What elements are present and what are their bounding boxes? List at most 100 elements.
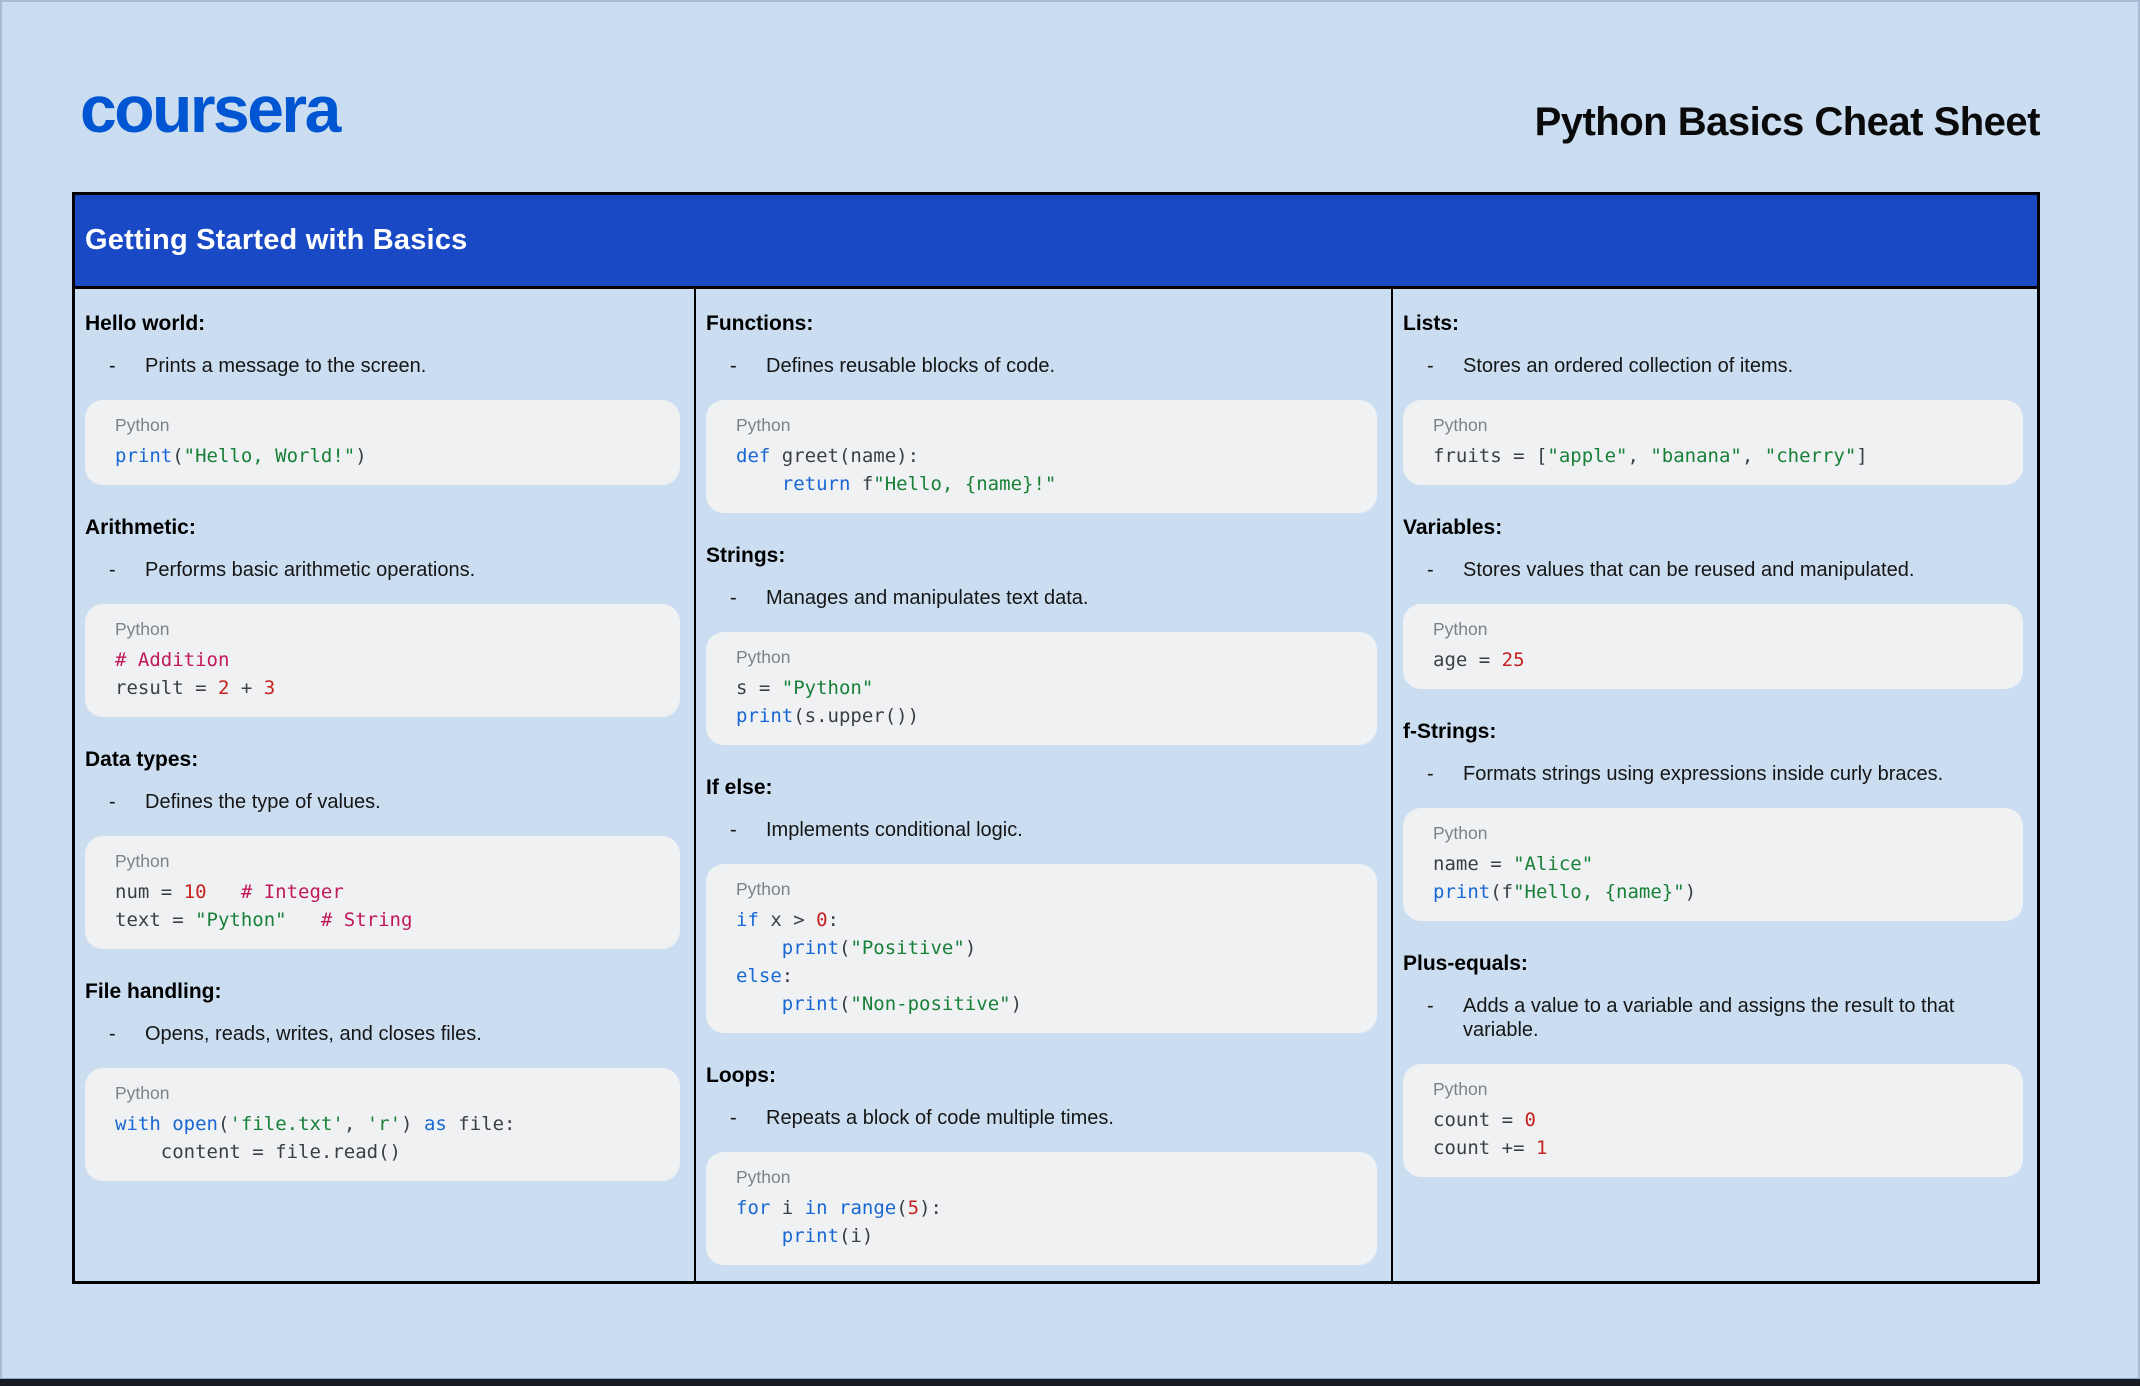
- code-token: range: [839, 1197, 896, 1219]
- code-token: ): [965, 937, 976, 959]
- code-token: "banana": [1650, 445, 1742, 467]
- code-line: content = file.read(): [115, 1138, 668, 1166]
- code-card: Python count = 0count += 1: [1403, 1064, 2023, 1177]
- code-token: [207, 881, 241, 903]
- code-token: [287, 909, 321, 931]
- sheet-section: Loops:-Repeats a block of code multiple …: [706, 1063, 1377, 1265]
- section-bullet: -Performs basic arithmetic operations.: [85, 558, 680, 582]
- code-card: Python print("Hello, World!"): [85, 400, 680, 485]
- section-heading: f-Strings:: [1403, 719, 2023, 744]
- code-line: name = "Alice": [1433, 850, 2011, 878]
- code-token: +: [229, 677, 263, 699]
- code-token: [736, 993, 782, 1015]
- section-heading: Loops:: [706, 1063, 1377, 1088]
- bullet-dash: -: [730, 1106, 766, 1130]
- sheet-section: If else:-Implements conditional logic.Py…: [706, 775, 1377, 1033]
- sheet-section: Data types:-Defines the type of values.P…: [85, 747, 680, 949]
- code-token: (: [839, 993, 850, 1015]
- code-line: print("Positive"): [736, 934, 1365, 962]
- code-token: ,: [1742, 445, 1765, 467]
- code-token: name =: [1433, 853, 1513, 875]
- code-token: "cherry": [1765, 445, 1857, 467]
- code-language-label: Python: [115, 1083, 668, 1103]
- code-token: 25: [1502, 649, 1525, 671]
- code-token: print: [1433, 881, 1490, 903]
- code-token: "Hello, {name}!": [873, 473, 1056, 495]
- code-token: s =: [736, 677, 782, 699]
- section-heading: Plus-equals:: [1403, 951, 2023, 976]
- code-line: return f"Hello, {name}!": [736, 470, 1365, 498]
- code-token: "Non-positive": [850, 993, 1010, 1015]
- sheet-section-header: Getting Started with Basics: [75, 195, 2037, 289]
- code-token: "Python": [195, 909, 287, 931]
- section-bullet: -Opens, reads, writes, and closes files.: [85, 1022, 680, 1046]
- code-token: file:: [447, 1113, 516, 1135]
- coursera-logo: coursera: [80, 76, 339, 142]
- code-line: print("Hello, World!"): [115, 442, 668, 470]
- bullet-dash: -: [1427, 994, 1463, 1042]
- code-token: [161, 1113, 172, 1135]
- code-token: # String: [321, 909, 413, 931]
- code-line: result = 2 + 3: [115, 674, 668, 702]
- code-line: count += 1: [1433, 1134, 2011, 1162]
- code-token: content = file.read(): [115, 1141, 401, 1163]
- bullet-dash: -: [109, 790, 145, 814]
- code-token: 10: [184, 881, 207, 903]
- bullet-dash: -: [730, 354, 766, 378]
- code-card: Python# Additionresult = 2 + 3: [85, 604, 680, 717]
- code-token: [828, 1197, 839, 1219]
- code-token: for: [736, 1197, 770, 1219]
- bullet-dash: -: [730, 586, 766, 610]
- cheat-sheet-table: Getting Started with Basics Hello world:…: [72, 192, 2040, 1284]
- section-bullet: -Defines the type of values.: [85, 790, 680, 814]
- code-token: count +=: [1433, 1137, 1536, 1159]
- code-token: (i): [839, 1225, 873, 1247]
- bullet-dash: -: [1427, 354, 1463, 378]
- code-token: else: [736, 965, 782, 987]
- section-heading: Data types:: [85, 747, 680, 772]
- code-language-label: Python: [736, 1167, 1365, 1187]
- code-token: text =: [115, 909, 195, 931]
- section-heading: Arithmetic:: [85, 515, 680, 540]
- bullet-dash: -: [1427, 558, 1463, 582]
- code-line: for i in range(5):: [736, 1194, 1365, 1222]
- code-token: [736, 473, 782, 495]
- code-line: with open('file.txt', 'r') as file:: [115, 1110, 668, 1138]
- sheet-section: f-Strings:-Formats strings using express…: [1403, 719, 2023, 921]
- code-line: def greet(name):: [736, 442, 1365, 470]
- section-bullet: -Defines reusable blocks of code.: [706, 354, 1377, 378]
- code-language-label: Python: [115, 415, 668, 435]
- code-line: fruits = ["apple", "banana", "cherry"]: [1433, 442, 2011, 470]
- bullet-dash: -: [730, 818, 766, 842]
- sheet-section: File handling:-Opens, reads, writes, and…: [85, 979, 680, 1181]
- sheet-column: Hello world:-Prints a message to the scr…: [75, 289, 694, 1281]
- code-line: text = "Python" # String: [115, 906, 668, 934]
- code-token: (: [218, 1113, 229, 1135]
- code-token: "Alice": [1513, 853, 1593, 875]
- code-token: if: [736, 909, 759, 931]
- code-token: x >: [759, 909, 816, 931]
- code-card: Pythonage = 25: [1403, 604, 2023, 689]
- sheet-column: Lists: -Stores an ordered collection of i…: [1391, 289, 2037, 1281]
- page-title: Python Basics Cheat Sheet: [1535, 100, 2040, 145]
- section-bullet: -Stores an ordered collection of items.: [1403, 354, 2023, 378]
- sheet-section: Arithmetic: -Performs basic arithmetic op…: [85, 515, 680, 717]
- code-line: print(i): [736, 1222, 1365, 1250]
- code-token: as: [424, 1113, 447, 1135]
- code-card: Pythonname = "Alice"print(f"Hello, {name…: [1403, 808, 2023, 921]
- code-token: ): [401, 1113, 424, 1135]
- code-line: count = 0: [1433, 1106, 2011, 1134]
- code-line: print(f"Hello, {name}"): [1433, 878, 2011, 906]
- sheet-section: Hello world:-Prints a message to the scr…: [85, 311, 680, 485]
- code-line: else:: [736, 962, 1365, 990]
- code-token: 5: [908, 1197, 919, 1219]
- section-bullet: -Manages and manipulates text data.: [706, 586, 1377, 610]
- code-token: "Hello, {name}": [1513, 881, 1685, 903]
- code-token: "Python": [782, 677, 874, 699]
- section-heading: If else:: [706, 775, 1377, 800]
- code-language-label: Python: [1433, 1079, 2011, 1099]
- sheet-section: Plus-equals:-Adds a value to a variable …: [1403, 951, 2023, 1177]
- code-card: Pythons = "Python"print(s.upper()): [706, 632, 1377, 745]
- section-heading: Lists:: [1403, 311, 2023, 336]
- code-token: 'r': [367, 1113, 401, 1135]
